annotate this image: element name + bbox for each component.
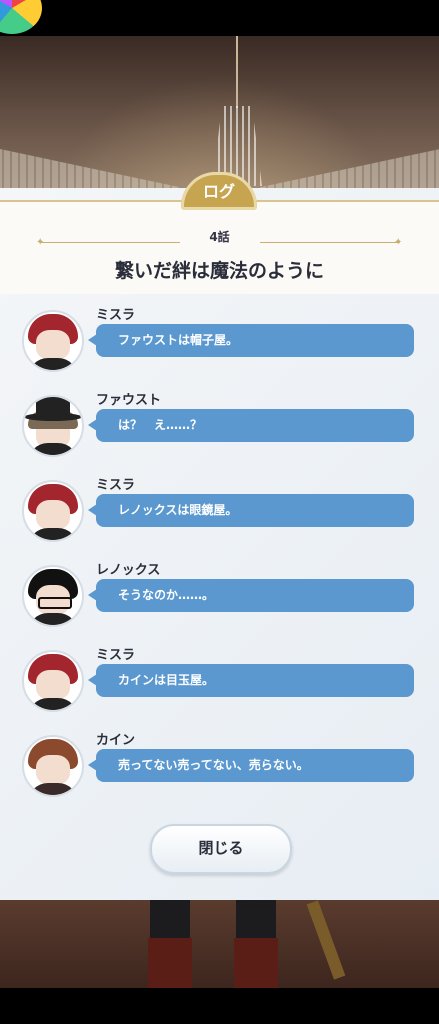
avatar — [22, 480, 84, 542]
log-entry: カイン 売ってない売ってない、売らない。 — [0, 725, 439, 810]
dialogue-bubble: 売ってない売ってない、売らない。 — [88, 749, 414, 782]
dialogue-bubble: そうなのか……。 — [88, 579, 414, 612]
log-list[interactable]: ミスラ ファウストは帽子屋。 ファウスト は？ え……？ ミスラ レノックスは眼… — [0, 300, 439, 810]
speaker-name: ミスラ — [96, 648, 136, 663]
speaker-name: ミスラ — [96, 478, 136, 493]
episode-number: 4話 — [209, 230, 230, 244]
character-boot — [148, 938, 192, 988]
avatar — [22, 735, 84, 797]
log-panel: ログ ✦ ✦ 4話 繋いだ絆は魔法のように ミスラ ファウストは帽子屋。 ファウ… — [0, 172, 439, 900]
dialogue-bubble: レノックスは眼鏡屋。 — [88, 494, 414, 527]
sword — [306, 900, 346, 980]
avatar — [22, 395, 84, 457]
log-header: ログ ✦ ✦ 4話 繋いだ絆は魔法のように — [0, 172, 439, 294]
background-scene-bottom — [0, 900, 439, 988]
close-button[interactable]: 閉じる — [150, 824, 292, 874]
avatar — [22, 650, 84, 712]
log-entry: ミスラ レノックスは眼鏡屋。 — [0, 470, 439, 555]
speaker-name: ファウスト — [96, 393, 162, 408]
dialogue-bubble: は？ え……？ — [88, 409, 414, 442]
avatar — [22, 565, 84, 627]
dialogue-bubble: ファウストは帽子屋。 — [88, 324, 414, 357]
log-entry: レノックス そうなのか……。 — [0, 555, 439, 640]
character-boot — [234, 938, 278, 988]
dialogue-bubble: カインは目玉屋。 — [88, 664, 414, 697]
speaker-name: カイン — [96, 733, 136, 748]
log-entry: ファウスト は？ え……？ — [0, 385, 439, 470]
chandelier-chain — [236, 36, 238, 108]
avatar — [22, 310, 84, 372]
speaker-name: ミスラ — [96, 308, 136, 323]
app-corner-icon[interactable] — [0, 0, 42, 34]
episode-title: 繋いだ絆は魔法のように — [114, 260, 324, 282]
log-entry: ミスラ カインは目玉屋。 — [0, 640, 439, 725]
speaker-name: レノックス — [96, 563, 161, 578]
log-entry: ミスラ ファウストは帽子屋。 — [0, 300, 439, 385]
